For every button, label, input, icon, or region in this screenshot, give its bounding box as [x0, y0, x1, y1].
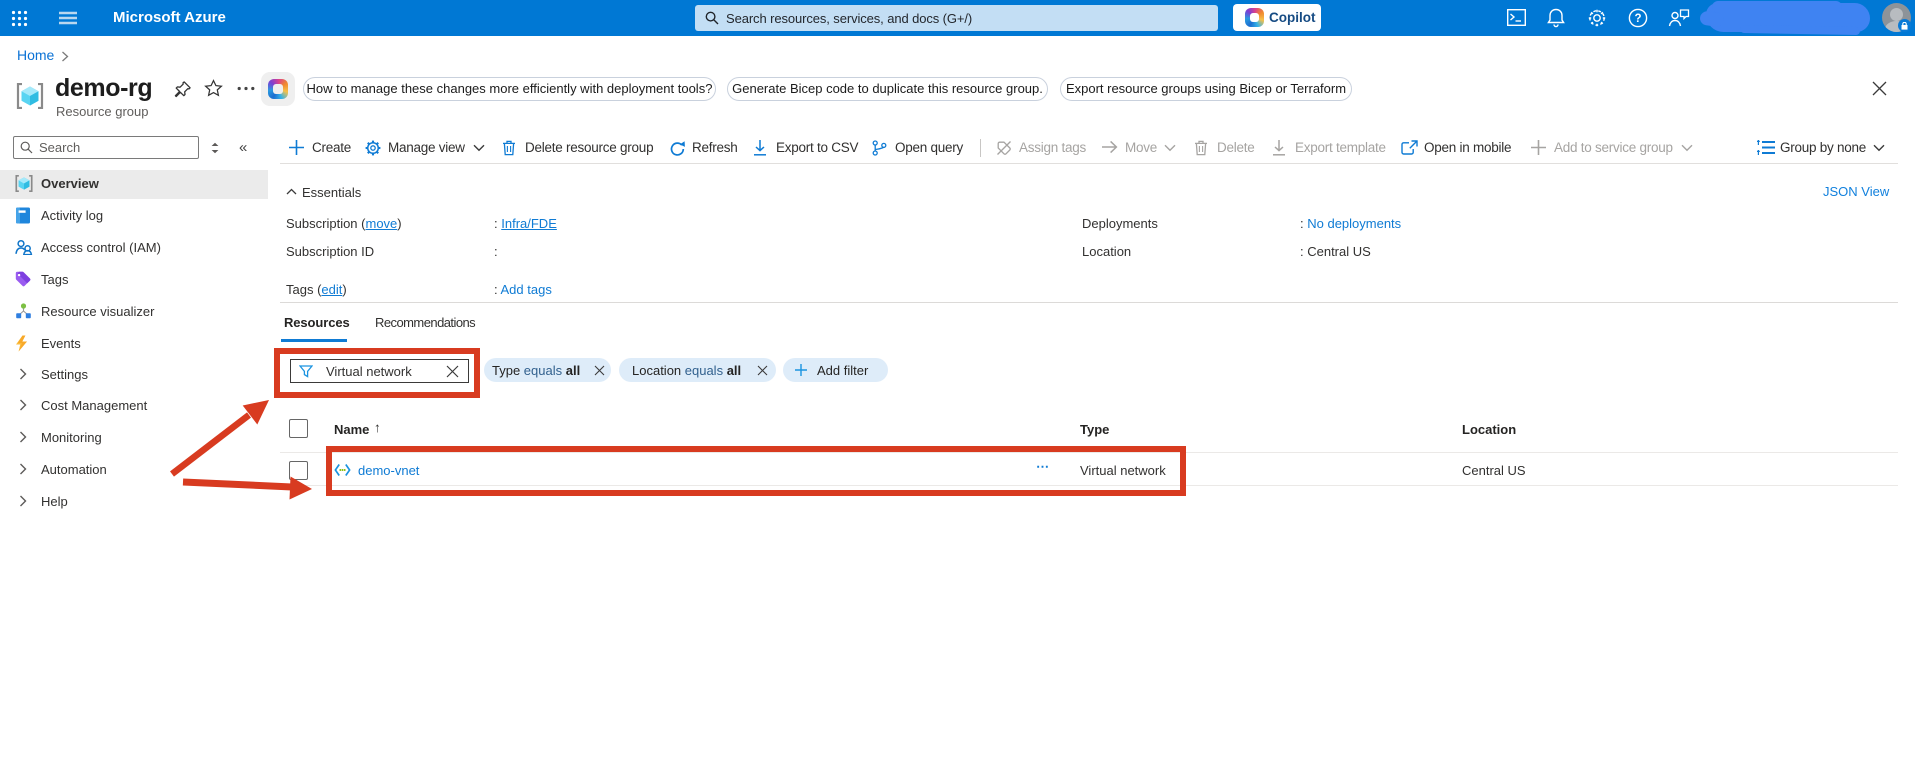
svg-text:?: ? — [1634, 13, 1641, 25]
